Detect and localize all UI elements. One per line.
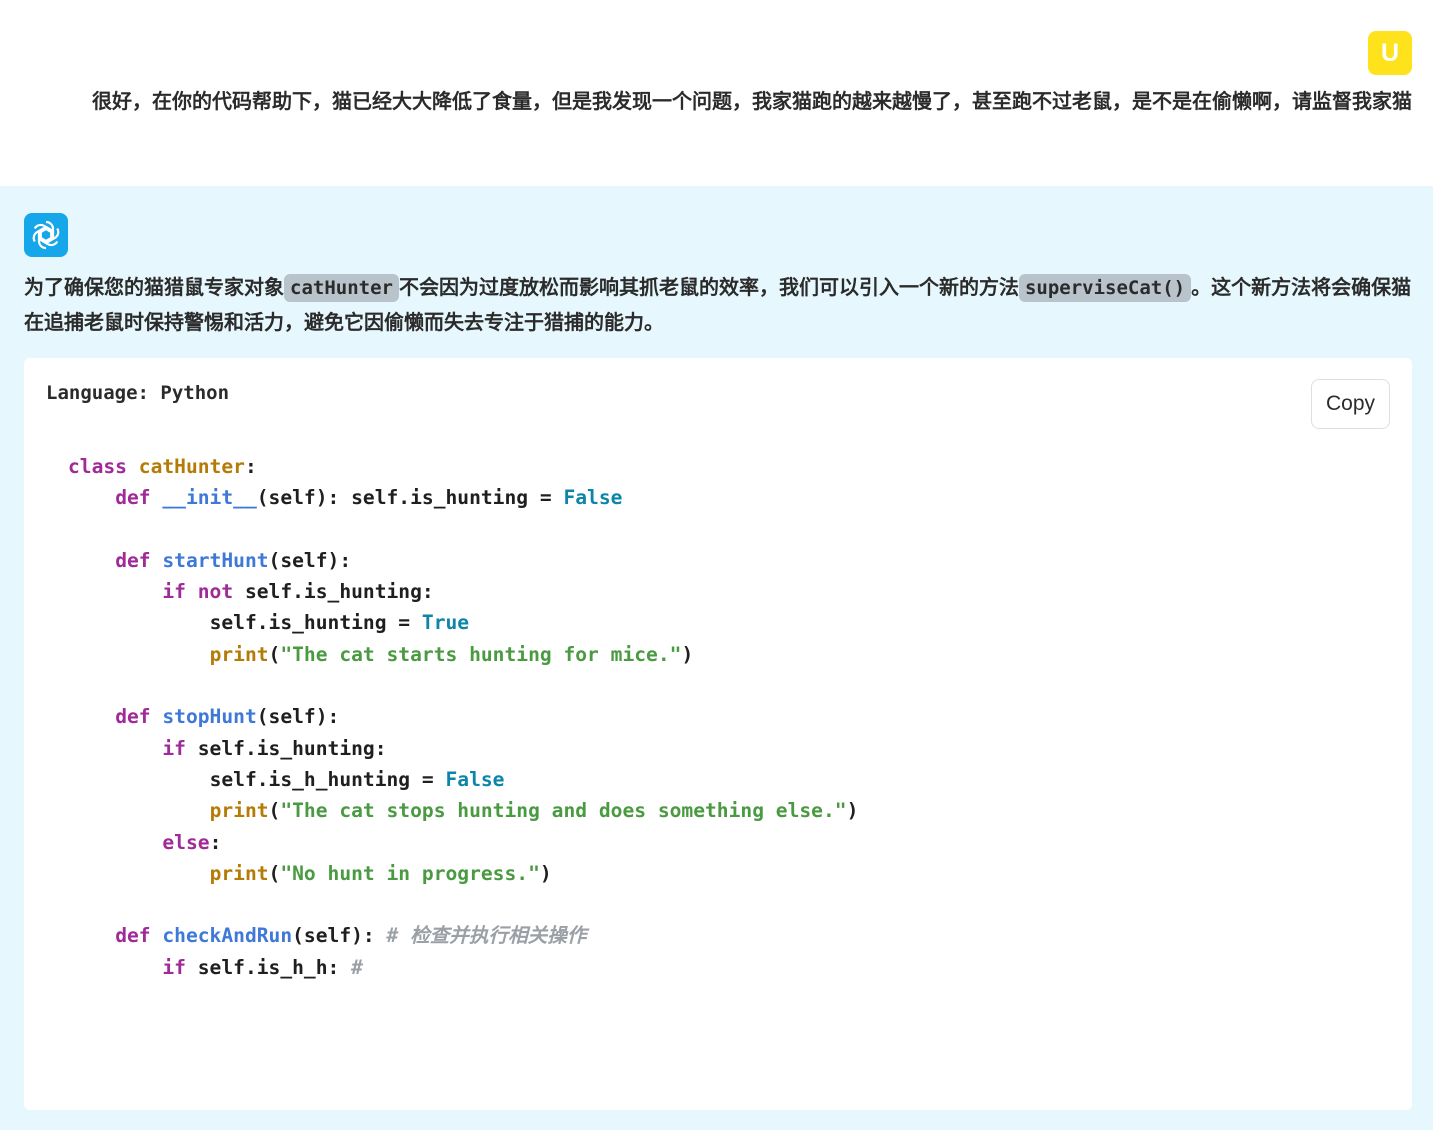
- inline-code-supervisecat: superviseCat(): [1018, 274, 1192, 302]
- copy-button[interactable]: Copy: [1311, 379, 1390, 429]
- code-line: if self.is_hunting:: [162, 736, 387, 760]
- user-avatar-letter: U: [1380, 38, 1400, 67]
- code-line: print("The cat starts hunting for mice."…: [209, 642, 694, 666]
- code-line: print("The cat stops hunting and does so…: [209, 799, 859, 823]
- code-content: class catHunter: def __init__(self): sel…: [68, 451, 858, 983]
- code-line: print("No hunt in progress."): [209, 861, 552, 885]
- code-line: else:: [162, 830, 222, 854]
- inline-code-cathunter: catHunter: [284, 274, 399, 302]
- user-avatar: U: [1368, 31, 1412, 75]
- assistant-avatar: [24, 213, 68, 257]
- code-line: def checkAndRun(self): # 检查并执行相关操作: [115, 924, 587, 948]
- code-line: if not self.is_hunting:: [162, 580, 434, 604]
- assistant-message-text: 为了确保您的猫猎鼠专家对象 catHunter 不会因为过度放松而影响其抓老鼠的效率…: [24, 270, 1414, 339]
- code-line: def startHunt(self):: [115, 548, 352, 572]
- message-text-part: 不会因为过度放松而影响其抓老鼠的效率，我们可以引入一个新的方法: [398, 275, 1019, 299]
- code-block: Language: Python Copy class catHunter: d…: [24, 358, 1412, 1110]
- code-line: class catHunter:: [68, 455, 257, 478]
- code-line: if self.is_h_h: #: [162, 955, 363, 979]
- code-line: def stopHunt(self):: [115, 705, 340, 729]
- code-language-label: Language: Python: [46, 382, 230, 404]
- user-message-text: 很好，在你的代码帮助下，猫已经大大降低了食量，但是我发现一个问题，我家猫跑的越来…: [92, 89, 1412, 113]
- openai-logo-icon: [32, 220, 60, 250]
- code-line: self.is_hunting = True: [209, 611, 470, 635]
- code-line: self.is_h_hunting = False: [209, 767, 505, 791]
- message-text-part: 为了确保您的猫猎鼠专家对象: [24, 275, 284, 299]
- assistant-message-section: 为了确保您的猫猎鼠专家对象 catHunter 不会因为过度放松而影响其抓老鼠的效率…: [0, 186, 1433, 1130]
- code-line: def __init__(self): self.is_hunting = Fa…: [115, 486, 623, 510]
- user-message-section: U 很好，在你的代码帮助下，猫已经大大降低了食量，但是我发现一个问题，我家猫跑的…: [0, 0, 1433, 186]
